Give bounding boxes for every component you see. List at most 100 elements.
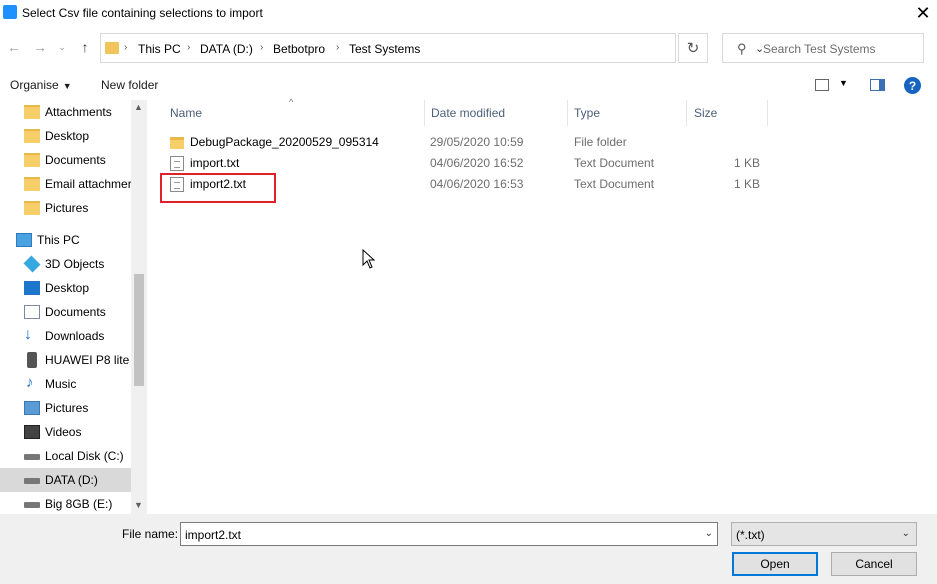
sidebar-item-music[interactable]: ♪ Music — [0, 372, 131, 396]
preview-pane-icon[interactable] — [870, 79, 885, 91]
dialog-footer: File name: import2.txt ⌄ (*.txt) ⌄ Open … — [0, 514, 937, 584]
sidebar-item-desktop[interactable]: Desktop — [0, 124, 131, 148]
scroll-down-icon[interactable]: ▼ — [134, 500, 143, 510]
file-date: 04/06/2020 16:53 — [430, 177, 524, 191]
close-button[interactable]: ✕ — [909, 0, 937, 26]
sidebar-item-documents[interactable]: Documents — [0, 148, 131, 172]
cube-icon — [23, 255, 41, 273]
document-icon — [24, 305, 40, 319]
up-button[interactable]: ↑ — [76, 38, 94, 56]
sidebar-item-this-pc[interactable]: This PC — [0, 228, 131, 252]
file-type: Text Document — [574, 156, 655, 170]
recent-locations-button[interactable]: ⌄ — [53, 38, 71, 56]
help-icon[interactable]: ? — [904, 77, 921, 94]
title-bar: Select Csv file containing selections to… — [0, 0, 937, 26]
organise-menu[interactable]: Organise ▼ — [10, 78, 72, 92]
breadcrumb-separator-icon: › — [187, 42, 191, 53]
caret-down-icon[interactable]: ▼ — [839, 78, 848, 88]
file-type-select[interactable]: (*.txt) ⌄ — [731, 522, 917, 546]
breadcrumb-this-pc[interactable]: This PC — [138, 42, 181, 56]
file-name: DebugPackage_20200529_095314 — [190, 135, 379, 149]
file-type-value: (*.txt) — [736, 528, 765, 542]
sidebar-item-data-d[interactable]: DATA (D:) — [0, 468, 131, 492]
sidebar-item-label: Local Disk (C:) — [45, 449, 124, 463]
address-bar[interactable]: › This PC › DATA (D:) › Betbotpro › Test… — [100, 33, 764, 63]
sidebar-item-label: Pictures — [45, 401, 89, 415]
sidebar-scrollbar[interactable]: ▲ ▼ — [131, 100, 147, 514]
sidebar-item-email-attachments[interactable]: Email attachmer — [0, 172, 132, 196]
text-file-icon — [170, 156, 184, 171]
navigation-bar: ← → ⌄ ↑ › This PC › DATA (D:) › Betbotpr… — [0, 30, 937, 66]
folder-icon — [105, 42, 119, 54]
sidebar-item-3d-objects[interactable]: 3D Objects — [0, 252, 131, 276]
scroll-up-icon[interactable]: ▲ — [134, 102, 143, 112]
sidebar-item-label: DATA (D:) — [45, 473, 98, 487]
sidebar-item-label: Documents — [45, 153, 106, 167]
sidebar-item-pictures[interactable]: Pictures — [0, 196, 131, 220]
arrow-right-icon: → — [33, 39, 47, 55]
sidebar-item-label: Downloads — [45, 329, 105, 343]
music-icon: ♪ — [26, 374, 34, 391]
organise-label: Organise — [10, 78, 59, 92]
file-name: import.txt — [190, 156, 240, 170]
file-size: 1 KB — [733, 177, 760, 191]
download-icon: ↓ — [24, 326, 32, 343]
column-header-type[interactable]: Type — [568, 100, 687, 126]
open-button[interactable]: Open — [732, 552, 818, 576]
chevron-down-icon[interactable]: ⌄ — [705, 528, 713, 539]
change-view-icon[interactable] — [815, 79, 829, 91]
breadcrumb-separator-icon: › — [260, 42, 264, 53]
breadcrumb-betbotpro[interactable]: Betbotpro — [273, 42, 325, 56]
file-row[interactable]: DebugPackage_20200529_095314 29/05/2020 … — [162, 132, 772, 153]
arrow-up-icon: ↑ — [81, 39, 89, 55]
sidebar-item-attachments[interactable]: Attachments — [0, 100, 131, 124]
navigation-pane: Attachments Desktop Documents Email atta… — [0, 100, 147, 514]
search-input[interactable]: Search Test Systems — [763, 42, 876, 56]
sidebar-item-label: HUAWEI P8 lite 2 — [45, 353, 140, 367]
column-header-size[interactable]: Size — [688, 100, 768, 126]
computer-icon — [16, 233, 32, 247]
back-button[interactable]: ← — [5, 38, 23, 56]
breadcrumb-test-systems[interactable]: Test Systems — [349, 42, 420, 56]
sidebar-item-downloads[interactable]: ↓ Downloads — [0, 324, 131, 348]
scrollbar-thumb[interactable] — [134, 274, 144, 386]
disk-icon — [24, 454, 40, 460]
file-list: ^ Name Date modified Type Size DebugPack… — [148, 97, 937, 514]
forward-button[interactable]: → — [31, 38, 49, 56]
sidebar-item-label: Attachments — [45, 105, 112, 119]
sidebar-item-label: Music — [45, 377, 77, 391]
sidebar-item-huawei-phone[interactable]: HUAWEI P8 lite 2 — [0, 348, 139, 372]
folder-icon — [24, 201, 40, 215]
sidebar-item-label: Documents — [45, 305, 106, 319]
disk-icon — [24, 478, 40, 484]
sidebar-item-label: Desktop — [45, 281, 90, 295]
sidebar-item-local-disk-c[interactable]: Local Disk (C:) — [0, 444, 131, 468]
sidebar-item-pictures-pc[interactable]: Pictures — [0, 396, 131, 420]
mouse-cursor-icon — [362, 249, 376, 269]
folder-icon — [170, 137, 184, 149]
column-header-date[interactable]: Date modified — [425, 100, 568, 126]
search-icon: ⚲ — [737, 41, 747, 56]
sidebar-item-videos[interactable]: Videos — [0, 420, 131, 444]
cancel-button[interactable]: Cancel — [831, 552, 917, 576]
folder-icon — [24, 177, 40, 191]
new-folder-button[interactable]: New folder — [101, 78, 158, 92]
file-row[interactable]: import.txt 04/06/2020 16:52 Text Documen… — [162, 153, 772, 174]
sidebar-item-label: Desktop — [45, 129, 90, 143]
folder-icon — [24, 129, 40, 143]
search-box[interactable]: ⚲ Search Test Systems — [722, 33, 924, 63]
sidebar-item-big-8gb-e[interactable]: Big 8GB (E:) — [0, 492, 131, 514]
breadcrumb-data-drive[interactable]: DATA (D:) — [200, 42, 253, 56]
sidebar-item-documents-pc[interactable]: Documents — [0, 300, 131, 324]
refresh-button[interactable]: ↻ — [678, 33, 708, 63]
file-type: File folder — [574, 135, 627, 149]
file-date: 04/06/2020 16:52 — [430, 156, 524, 170]
phone-icon — [27, 352, 37, 368]
file-name-input[interactable]: import2.txt ⌄ — [180, 522, 718, 546]
chevron-down-icon: ⌄ — [901, 528, 910, 539]
sidebar-item-label: Pictures — [45, 201, 89, 215]
sidebar-item-desktop-pc[interactable]: Desktop — [0, 276, 131, 300]
pictures-icon — [24, 401, 40, 415]
column-header-name[interactable]: Name — [164, 100, 425, 126]
file-date: 29/05/2020 10:59 — [430, 135, 524, 149]
